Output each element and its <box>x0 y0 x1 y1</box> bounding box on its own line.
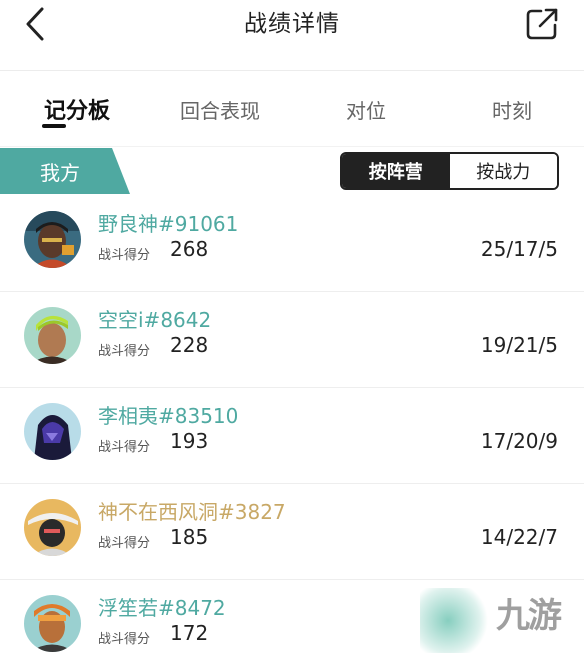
active-tab-indicator <box>42 124 66 128</box>
kda: 19/21/5 <box>480 333 558 357</box>
share-external-icon <box>526 8 558 40</box>
battle-score-label: 战斗得分 <box>98 248 151 263</box>
battle-score: 185 <box>170 525 209 549</box>
player-name[interactable]: 野良神#91061 <box>98 208 238 237</box>
player-name[interactable]: 神不在西风洞#3827 <box>98 496 286 525</box>
player-row[interactable]: 野良神#91061 战斗得分 268 25/17/5 <box>0 196 584 292</box>
player-avatar <box>24 499 81 556</box>
agent-portrait-icon <box>24 595 81 652</box>
agent-portrait-icon <box>24 211 81 268</box>
battle-score: 228 <box>170 333 209 357</box>
top-bar: 战绩详情 <box>0 0 584 68</box>
agent-portrait-icon <box>24 499 81 556</box>
kda: 17/20/9 <box>480 429 558 453</box>
tab-round-performance[interactable]: 回合表现 <box>164 71 276 147</box>
player-name[interactable]: 李相夷#83510 <box>98 400 238 429</box>
player-name[interactable]: 空空i#8642 <box>98 304 211 333</box>
battle-score-label: 战斗得分 <box>98 632 151 647</box>
player-avatar <box>24 403 81 460</box>
battle-score: 193 <box>170 429 209 453</box>
tab-matchup[interactable]: 对位 <box>320 71 412 147</box>
player-row[interactable]: 李相夷#83510 战斗得分 193 17/20/9 <box>0 388 584 484</box>
share-button[interactable] <box>524 6 560 42</box>
player-row[interactable]: 空空i#8642 战斗得分 228 19/21/5 <box>0 292 584 388</box>
player-avatar <box>24 307 81 364</box>
kda: 14/22/7 <box>480 525 558 549</box>
sort-toggle: 按阵营 按战力 <box>340 152 559 190</box>
player-avatar <box>24 211 81 268</box>
battle-score-label: 战斗得分 <box>98 440 151 455</box>
battle-score: 172 <box>170 621 209 645</box>
battle-score-label: 战斗得分 <box>98 344 151 359</box>
battle-score: 268 <box>170 237 209 261</box>
player-avatar <box>24 595 81 652</box>
agent-portrait-icon <box>24 307 81 364</box>
watermark-text: 九游 <box>496 596 562 636</box>
player-name[interactable]: 浮笙若#8472 <box>98 592 226 621</box>
watermark: 九游 <box>420 580 584 653</box>
watermark-logo-icon <box>420 588 490 653</box>
page-title: 战绩详情 <box>244 11 340 37</box>
sort-by-camp-button[interactable]: 按阵营 <box>342 154 450 188</box>
player-row[interactable]: 神不在西风洞#3827 战斗得分 185 14/22/7 <box>0 484 584 580</box>
tab-moments[interactable]: 时刻 <box>466 71 558 147</box>
kda: 25/17/5 <box>480 237 558 261</box>
tab-scoreboard[interactable]: 记分板 <box>22 71 132 147</box>
agent-portrait-icon <box>24 403 81 460</box>
team-label: 我方 <box>0 148 130 194</box>
battle-score-label: 战斗得分 <box>98 536 151 551</box>
tab-bar: 记分板 回合表现 对位 时刻 <box>0 70 584 146</box>
sort-by-power-button[interactable]: 按战力 <box>449 154 557 188</box>
